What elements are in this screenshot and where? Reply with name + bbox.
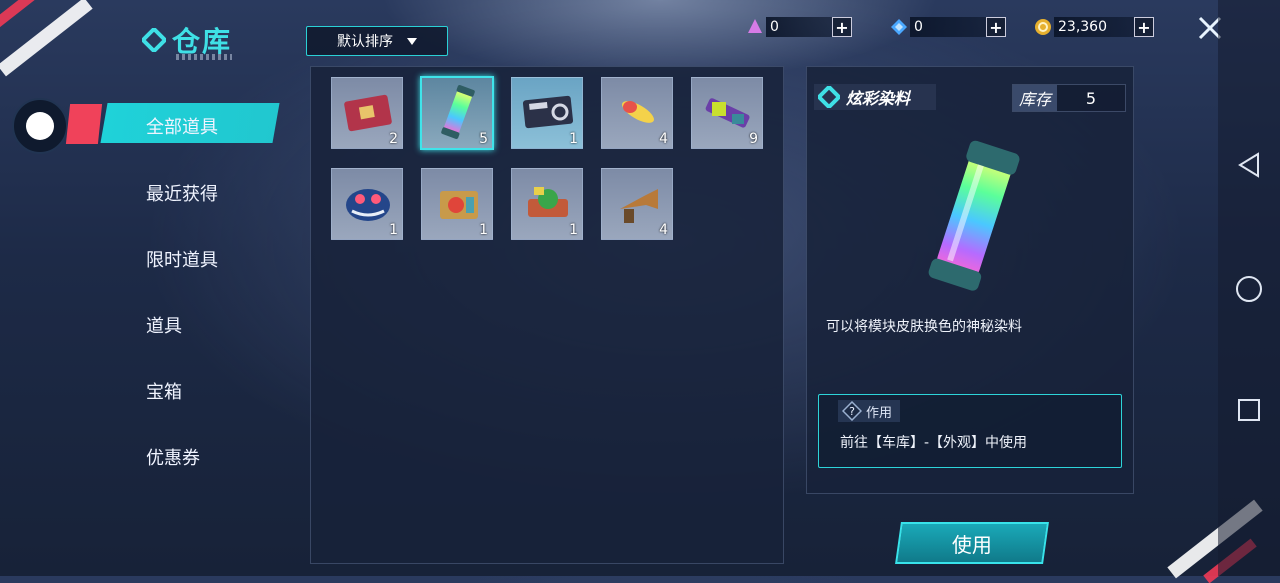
svg-text:?: ? (849, 405, 855, 418)
inventory-slot[interactable]: 4 (601, 168, 673, 240)
launcher-device-icon (528, 187, 568, 217)
pink-crystal-icon (748, 19, 762, 33)
decor-stripe (0, 0, 46, 35)
sort-label: 默认排序 (337, 34, 393, 50)
use-button[interactable]: 使用 (895, 522, 1049, 564)
tab-coupons[interactable]: 优惠券 (146, 444, 200, 470)
resource-gem-value: 0 (910, 17, 986, 37)
recents-icon[interactable] (1237, 398, 1261, 422)
item-count: 4 (659, 131, 668, 147)
inventory-slot[interactable]: 9 (691, 77, 763, 149)
inventory-slot[interactable]: 2 (331, 77, 403, 149)
item-count: 4 (659, 222, 668, 238)
use-button-label: 使用 (952, 532, 992, 557)
item-count: 9 (749, 131, 758, 147)
inventory-slot[interactable]: 1 (421, 168, 493, 240)
resource-crystal: 0 + (746, 17, 852, 37)
item-count: 1 (479, 222, 488, 238)
item-count: 1 (569, 131, 578, 147)
inventory-slot[interactable]: 1 (511, 168, 583, 240)
diamond-icon (818, 86, 840, 108)
bullet-icon (622, 101, 654, 123)
resource-crystal-value: 0 (766, 17, 832, 37)
inventory-slot-selected[interactable]: 5 (420, 76, 494, 150)
sidebar-marker (65, 104, 103, 144)
sort-dropdown[interactable]: 默认排序 (306, 26, 448, 56)
blue-gem-icon (891, 19, 907, 35)
stock-value: 5 (1085, 88, 1097, 108)
usage-header: ? 作用 (838, 400, 901, 422)
rainbow-dye-icon (441, 85, 475, 139)
add-crystal-button[interactable]: + (832, 17, 852, 37)
tab-recent[interactable]: 最近获得 (146, 180, 218, 206)
usage-label: 作用 (866, 405, 893, 421)
item-description: 可以将模块皮肤换色的神秘染料 (826, 319, 1022, 335)
item-count: 1 (389, 222, 398, 238)
points-card-icon (522, 95, 574, 129)
item-count: 1 (569, 222, 578, 238)
rainbow-dye-large-icon (928, 140, 1020, 291)
usage-text: 前往【车库】-【外观】中使用 (840, 435, 1028, 451)
radar-device-icon (440, 191, 478, 219)
inventory-slot[interactable]: 4 (601, 77, 673, 149)
resource-coin-value: 23,360 (1054, 17, 1134, 37)
item-name-tag: 炫彩染料 (814, 84, 936, 110)
gold-coin-icon (1035, 19, 1051, 35)
title-underline (176, 54, 232, 60)
tab-chests[interactable]: 宝箱 (146, 378, 182, 404)
tab-limited[interactable]: 限时道具 (146, 246, 218, 272)
horn-cannon-icon (620, 189, 658, 223)
avatar[interactable] (12, 98, 68, 154)
tab-all-items[interactable]: 全部道具 (146, 113, 218, 139)
item-name: 炫彩染料 (846, 89, 911, 108)
inventory-slot[interactable]: 1 (511, 77, 583, 149)
diamond-logo-icon (142, 28, 166, 52)
stock-label: 库存 (1013, 85, 1058, 111)
item-count: 2 (389, 131, 398, 147)
back-icon[interactable] (1236, 152, 1262, 178)
monster-head-icon (346, 189, 390, 221)
question-icon: ? (842, 401, 862, 421)
add-coin-button[interactable]: + (1134, 17, 1154, 37)
minigun-icon (705, 98, 750, 128)
red-card-icon (344, 94, 392, 132)
home-icon[interactable] (1235, 275, 1263, 303)
item-count: 5 (479, 131, 488, 147)
add-gem-button[interactable]: + (986, 17, 1006, 37)
stock-box: 库存 5 (1012, 84, 1126, 112)
resource-coin: 23,360 + (1034, 17, 1154, 37)
tab-items[interactable]: 道具 (146, 312, 182, 338)
resource-gem: 0 + (890, 17, 1006, 37)
chevron-down-icon (407, 37, 417, 45)
inventory-slot[interactable]: 1 (331, 168, 403, 240)
